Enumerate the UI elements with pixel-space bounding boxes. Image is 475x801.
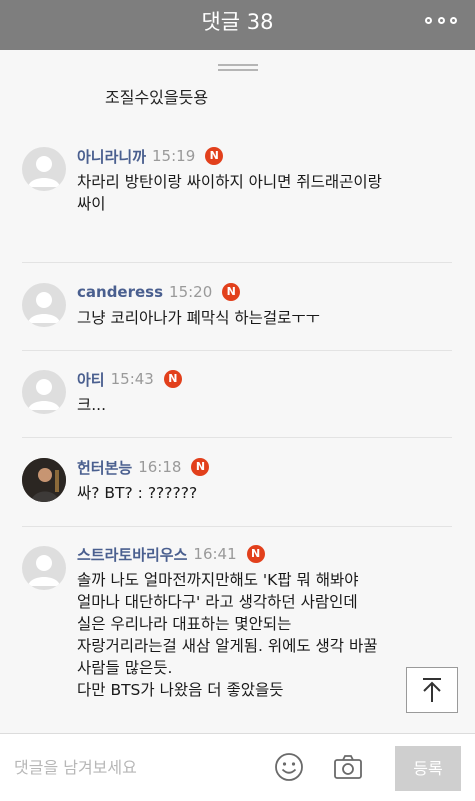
divider <box>22 262 452 263</box>
comment-time: 15:20 <box>169 283 213 301</box>
comment-composer: 댓글을 남겨보세요 등록 <box>0 733 475 801</box>
comment-text: 싸? BT? : ?????? <box>77 484 198 502</box>
comment-text: 솔까 나도 얼마전까지만해도 'K팝 뭐 해봐야 얼마나 대단하다구' 라고 생… <box>77 571 378 699</box>
comment-time: 15:43 <box>110 370 154 388</box>
header-bar: 댓글 38 <box>0 0 475 50</box>
more-dots-icon[interactable] <box>425 14 457 26</box>
comment-author[interactable]: 스트라토바리우스 <box>77 544 187 565</box>
comment-author[interactable]: 헌터본능 <box>77 457 132 478</box>
scroll-to-top-button[interactable] <box>406 667 458 713</box>
avatar[interactable] <box>22 283 66 327</box>
comment-input[interactable]: 댓글을 남겨보세요 <box>14 754 137 778</box>
comment-time: 15:19 <box>152 147 196 165</box>
comment-text: 차라리 방탄이랑 싸이하지 아니면 쥐드래곤이랑 싸이 <box>77 173 382 213</box>
avatar[interactable] <box>22 458 66 502</box>
comment-text: 그냥 코리아나가 폐막식 하는걸로ㅜㅜ <box>77 309 320 327</box>
comment-author[interactable]: 아티 <box>77 369 105 390</box>
arrow-up-icon <box>423 678 441 702</box>
divider <box>22 350 452 351</box>
new-badge: N <box>205 147 224 165</box>
comment-author[interactable]: canderess <box>77 283 163 301</box>
avatar[interactable] <box>22 370 66 414</box>
new-badge: N <box>191 458 210 476</box>
comment-text: 크... <box>77 396 107 414</box>
submit-button[interactable]: 등록 <box>395 746 461 791</box>
emoji-icon[interactable] <box>274 752 304 782</box>
new-badge: N <box>222 283 241 301</box>
page-title: 댓글 38 <box>201 10 274 34</box>
new-badge: N <box>163 370 182 388</box>
comment-time: 16:18 <box>138 458 182 476</box>
camera-icon[interactable] <box>333 753 363 781</box>
comment-time: 16:41 <box>193 545 237 563</box>
new-badge: N <box>246 545 265 563</box>
previous-comment-text: 조질수있을듯용 <box>105 88 209 107</box>
divider <box>22 526 452 527</box>
drag-handle[interactable] <box>218 64 258 74</box>
avatar[interactable] <box>22 546 66 590</box>
comment-author[interactable]: 아니라니까 <box>77 146 146 167</box>
divider <box>22 437 452 438</box>
avatar[interactable] <box>22 147 66 191</box>
